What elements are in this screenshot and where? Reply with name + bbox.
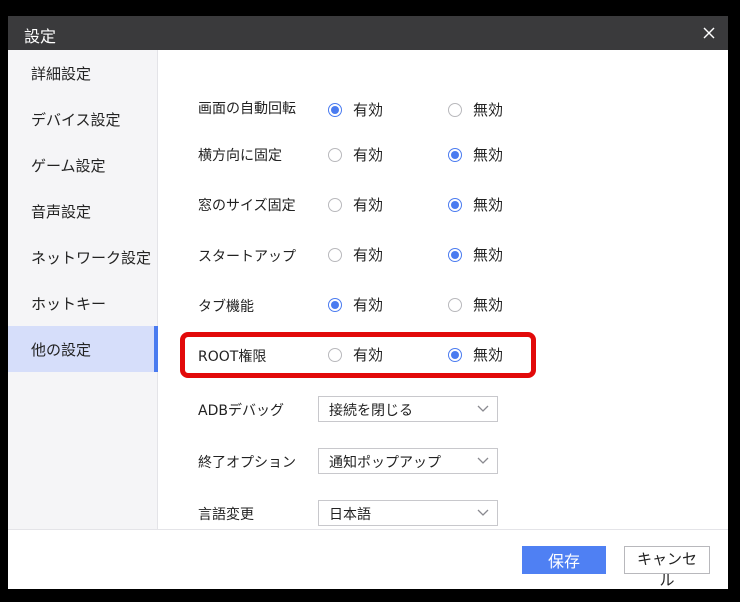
window-size-lock-disabled-radio[interactable]: 無効 [448,194,503,215]
exit-option-select[interactable]: 通知ポップアップ [318,448,498,474]
chevron-down-icon [477,457,489,464]
sidebar-item-other[interactable]: 他の設定 [8,326,158,372]
window-title: 設定 [24,27,57,46]
sidebar-item-label: 詳細設定 [31,65,92,83]
dialog-footer: 保存 キャンセル [8,529,728,589]
tab-feature-disabled-radio[interactable]: 無効 [448,294,503,315]
radio-dot [328,147,342,162]
landscape-lock-enabled-radio[interactable]: 有効 [328,144,383,165]
option-label-landscape-lock: 横方向に固定 [198,148,282,164]
sidebar-item-advanced[interactable]: 詳細設定 [8,50,157,96]
radio-dot [328,197,342,212]
tab-feature-enabled-radio[interactable]: 有効 [328,294,383,315]
settings-dialog: 設定 詳細設定 デバイス設定 ゲーム設定 音声設定 ネットワーク設定 ホットキー… [8,16,728,589]
radio-dot [328,102,342,117]
radio-dot [448,297,462,312]
save-button[interactable]: 保存 [522,546,606,574]
sidebar-item-label: ホットキー [31,295,107,313]
sidebar-item-label: デバイス設定 [31,111,121,129]
auto-rotate-enabled-radio[interactable]: 有効 [328,99,383,120]
sidebar: 詳細設定 デバイス設定 ゲーム設定 音声設定 ネットワーク設定 ホットキー 他の… [8,50,158,545]
option-label-tab-feature: タブ機能 [198,299,254,315]
radio-dot [448,247,462,262]
auto-rotate-disabled-radio[interactable]: 無効 [448,99,503,120]
root-highlight-box [180,332,536,378]
sidebar-item-device[interactable]: デバイス設定 [8,96,157,142]
sidebar-item-audio[interactable]: 音声設定 [8,188,157,234]
option-label-window-size-lock: 窓のサイズ固定 [198,198,296,214]
radio-dot [328,297,342,312]
select-value: 日本語 [329,507,371,523]
title-bar: 設定 [8,16,728,50]
sidebar-item-label: ネットワーク設定 [31,249,152,267]
sidebar-item-game[interactable]: ゲーム設定 [8,142,157,188]
chevron-down-icon [477,509,489,516]
sidebar-item-label: ゲーム設定 [31,157,106,175]
sidebar-item-label: 他の設定 [31,341,92,359]
radio-dot [448,197,462,212]
close-icon[interactable] [698,22,720,44]
chevron-down-icon [477,405,489,412]
sidebar-item-label: 音声設定 [31,203,92,221]
sidebar-item-hotkey[interactable]: ホットキー [8,280,157,326]
startup-disabled-radio[interactable]: 無効 [448,244,503,265]
language-select[interactable]: 日本語 [318,500,498,526]
option-label-startup: スタートアップ [198,249,296,265]
cancel-button[interactable]: キャンセル [624,546,710,589]
landscape-lock-disabled-radio[interactable]: 無効 [448,144,503,165]
settings-content: 画面の自動回転 有効 無効 横方向に固定 有効 無効 窓のサイズ固定 有効 無効… [158,50,728,545]
option-label-adb-debug: ADBデバッグ [198,403,284,419]
radio-dot [448,147,462,162]
option-label-auto-rotate: 画面の自動回転 [198,101,296,117]
radio-dot [328,247,342,262]
window-size-lock-enabled-radio[interactable]: 有効 [328,194,383,215]
startup-enabled-radio[interactable]: 有効 [328,244,383,265]
sidebar-item-network[interactable]: ネットワーク設定 [8,234,157,280]
option-label-exit-option: 終了オプション [198,455,296,471]
select-value: 接続を閉じる [329,403,413,419]
radio-dot [448,102,462,117]
select-value: 通知ポップアップ [329,455,441,471]
option-label-language: 言語変更 [198,507,254,523]
adb-debug-select[interactable]: 接続を閉じる [318,396,498,422]
